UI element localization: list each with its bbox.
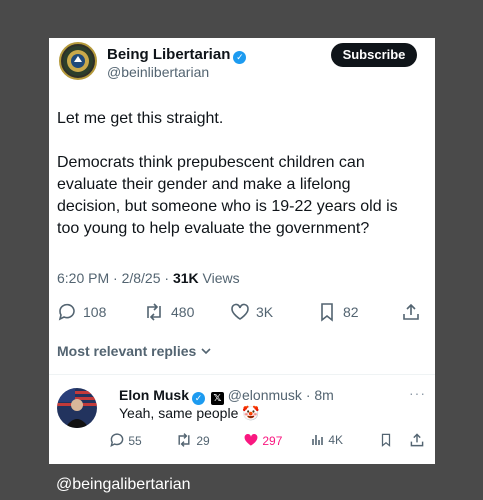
tweet-meta: 6:20 PM · 2/8/25 · 31K Views — [57, 270, 240, 286]
chevron-down-icon — [201, 348, 211, 355]
reply-text: Yeah, same people 🤡 — [119, 405, 260, 421]
sort-replies-dropdown[interactable]: Most relevant replies — [57, 343, 212, 359]
author-name[interactable]: Being Libertarian ✓ — [107, 46, 247, 64]
repost-button[interactable]: 480 — [143, 302, 194, 322]
reply-reply-button[interactable]: 55 — [109, 432, 142, 448]
author-handle[interactable]: @beinlibertarian — [107, 64, 209, 80]
reply-button[interactable]: 108 — [57, 302, 106, 322]
reply-author[interactable]: Elon Musk ✓ 𝕏 @elonmusk · 8m — [119, 387, 334, 405]
reply-share-button[interactable] — [409, 432, 425, 448]
verified-badge-icon: ✓ — [233, 51, 247, 64]
bookmark-icon — [321, 303, 333, 322]
repost-icon — [178, 433, 190, 447]
tweet-text-line5: too young to help evaluate the governmen… — [57, 220, 370, 237]
watermark-text: @beingalibertarian — [56, 476, 191, 493]
bookmark-icon — [381, 433, 391, 447]
reply-icon — [110, 433, 124, 447]
reply-repost-button[interactable]: 29 — [175, 432, 210, 448]
share-icon — [410, 433, 424, 447]
heart-filled-icon — [244, 433, 258, 446]
reply-avatar[interactable] — [57, 388, 97, 428]
x-logo-icon: 𝕏 — [210, 392, 224, 405]
repost-icon — [147, 303, 161, 321]
tweet-card: Being Libertarian ✓ @beinlibertarian Subs… — [49, 38, 435, 464]
reply-views-button[interactable]: 4K — [311, 432, 343, 447]
divider — [49, 374, 435, 375]
heart-icon — [231, 303, 249, 320]
tweet-text-line1: Let me get this straight. — [57, 110, 224, 127]
tweet-text-line2: Democrats think prepubescent children ca… — [57, 154, 365, 171]
reply-bookmark-button[interactable] — [379, 432, 393, 448]
subscribe-button[interactable]: Subscribe — [331, 43, 417, 67]
views-count: 31K — [172, 270, 199, 286]
reply-icon — [58, 303, 75, 321]
bookmark-button[interactable]: 82 — [317, 302, 359, 322]
share-icon — [403, 303, 419, 320]
share-button[interactable] — [401, 302, 427, 322]
like-button[interactable]: 3K — [230, 302, 273, 322]
analytics-icon — [312, 435, 323, 445]
more-options-icon[interactable]: ··· — [409, 385, 426, 401]
tweet-text-line4: decision, but someone who is 19-22 years… — [57, 198, 398, 215]
author-avatar[interactable] — [59, 42, 97, 80]
tweet-text-line3: evaluate their gender and make a lifelon… — [57, 176, 351, 193]
tweet-time[interactable]: 6:20 PM · 2/8/25 · — [57, 270, 173, 286]
verified-badge-icon: ✓ — [192, 392, 206, 405]
reply-like-button[interactable]: 297 — [243, 432, 282, 448]
views-label: Views — [198, 270, 240, 286]
